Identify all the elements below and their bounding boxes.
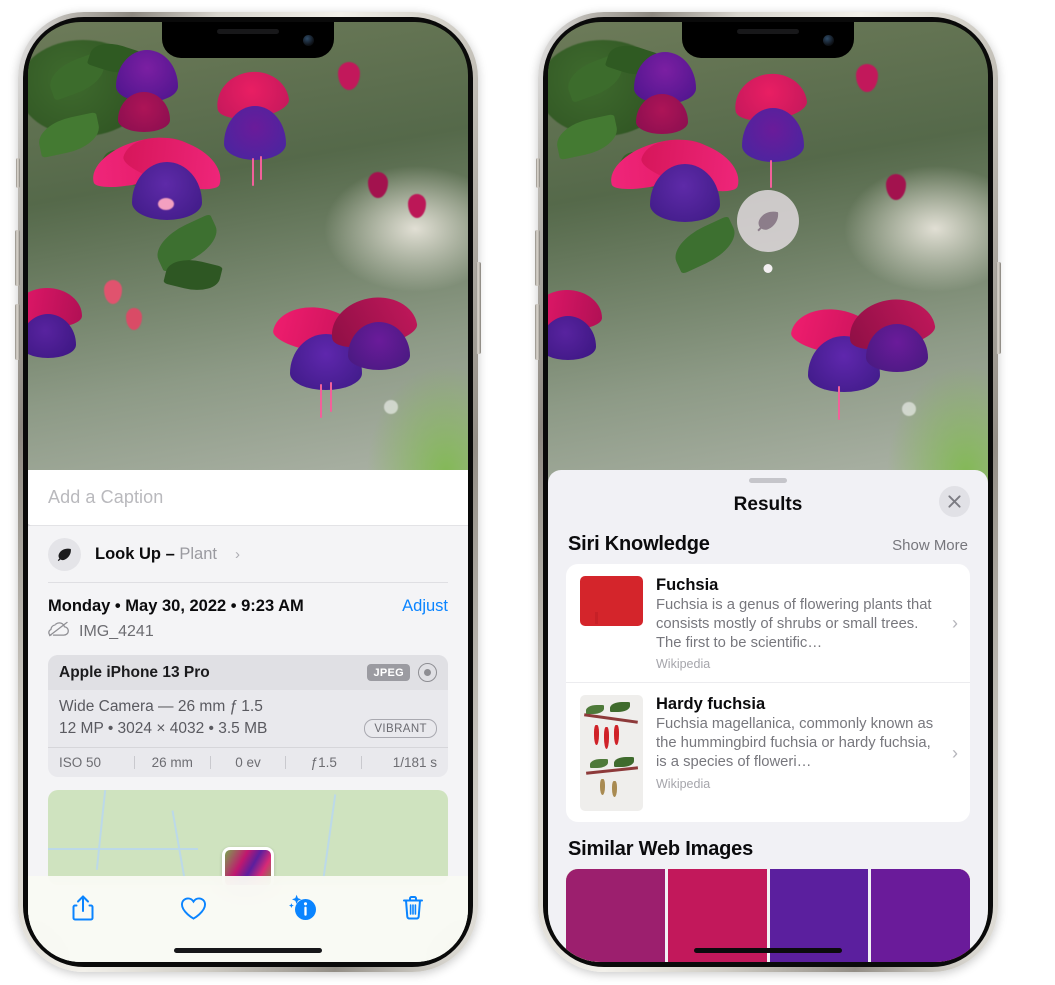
results-header: Results [548,483,988,527]
exif-card: Apple iPhone 13 Pro JPEG Wide Camera — 2… [48,655,448,777]
knowledge-source: Wikipedia [656,657,711,672]
exif-stats: ISO 50 26 mm 0 ev ƒ1.5 1/181 s [48,747,448,777]
adjust-button[interactable]: Adjust [402,597,448,616]
photo-info-sheet: Add a Caption ✧ ✧ Look Up – [28,470,468,962]
lookup-pin-dot [763,264,773,273]
exif-stat-shutter: 1/181 s [392,755,437,770]
resolution-info: 12 MP • 3024 × 4032 • 3.5 MB [59,719,268,737]
volume-down-button[interactable] [535,304,540,360]
web-image-thumbnail[interactable] [871,869,970,962]
device-notch [682,22,854,58]
chevron-right-icon: › [234,545,240,563]
filename-row: IMG_4241 [28,616,468,655]
share-button[interactable] [60,888,106,928]
cloud-slash-icon [48,621,70,642]
earpiece-speaker [217,29,279,34]
knowledge-description: Fuchsia is a genus of flowering plants t… [656,597,932,651]
knowledge-source: Wikipedia [656,776,711,791]
siri-knowledge-header: Siri Knowledge Show More [548,527,988,564]
location-map[interactable] [48,790,448,885]
caption-placeholder: Add a Caption [48,487,164,507]
section-title-siri-knowledge: Siri Knowledge [568,533,710,555]
date-row: Monday • May 30, 2022 • 9:23 AM Adjust [28,583,468,616]
exif-header: Apple iPhone 13 Pro JPEG [48,655,448,690]
screenshot-root: Add a Caption ✧ ✧ Look Up – [0,0,1055,985]
knowledge-title: Fuchsia [656,576,719,594]
look-up-dash: – [165,544,175,563]
knowledge-card[interactable]: Hardy fuchsia Fuchsia magellanica, commo… [566,682,970,822]
results-sheet: Results Siri Knowledge Show More Fuchsia… [548,470,988,962]
right-phone-screen: Results Siri Knowledge Show More Fuchsia… [548,22,988,962]
siri-knowledge-cards: Fuchsia Fuchsia is a genus of flowering … [566,564,970,823]
exif-stat-iso: ISO 50 [59,755,102,770]
earpiece-speaker [737,29,799,34]
info-gray-area: ✧ ✧ Look Up – Plant › [28,519,468,885]
left-phone-screen: Add a Caption ✧ ✧ Look Up – [28,22,468,962]
volume-up-button[interactable] [535,230,540,286]
sparkle-icon: ✧ [28,519,32,535]
photo-date: Monday • May 30, 2022 • 9:23 AM [48,597,304,615]
knowledge-thumbnail [580,576,643,626]
close-icon[interactable] [939,486,970,517]
leaf-icon [737,190,799,252]
section-title-similar-web-images: Similar Web Images [568,838,753,861]
raw-circle-icon[interactable] [418,663,437,682]
caption-field[interactable]: Add a Caption [28,470,468,526]
volume-down-button[interactable] [15,304,20,360]
exif-stat-ev: 0 ev [235,755,261,770]
chevron-right-icon: › [952,613,958,634]
knowledge-card[interactable]: Fuchsia Fuchsia is a genus of flowering … [566,564,970,682]
visual-lookup-badge[interactable] [737,190,799,273]
home-indicator[interactable] [694,948,842,953]
look-up-row[interactable]: ✧ ✧ Look Up – Plant › [28,519,468,582]
lens-info: Wide Camera — 26 mm ƒ 1.5 [59,698,263,715]
info-button[interactable] [280,888,326,928]
power-button[interactable] [996,262,1001,354]
look-up-label: Look Up – Plant [95,545,217,564]
knowledge-thumbnail [580,695,643,812]
look-up-subject: Plant [179,544,217,563]
chevron-right-icon: › [952,742,958,763]
device-notch [162,22,334,58]
similar-web-images-header: Similar Web Images [548,822,988,869]
front-camera [303,35,314,46]
exif-stat-aperture: ƒ1.5 [310,755,337,770]
results-title: Results [733,494,803,515]
left-phone-device: Add a Caption ✧ ✧ Look Up – [15,12,481,972]
exif-stat-focal: 26 mm [151,755,193,770]
style-badge: VIBRANT [364,719,437,738]
volume-up-button[interactable] [15,230,20,286]
camera-model: Apple iPhone 13 Pro [59,663,210,681]
home-indicator[interactable] [174,948,322,953]
web-image-thumbnail[interactable] [566,869,665,962]
front-camera [823,35,834,46]
look-up-title: Look Up [95,544,161,563]
format-badge: JPEG [367,664,410,681]
delete-button[interactable] [390,888,436,928]
knowledge-title: Hardy fuchsia [656,695,766,714]
favorite-button[interactable] [170,888,216,928]
silent-switch[interactable] [16,158,20,188]
leaf-icon [48,537,81,571]
exif-body: Wide Camera — 26 mm ƒ 1.5 12 MP • 3024 ×… [48,690,448,747]
silent-switch[interactable] [536,158,540,188]
power-button[interactable] [476,262,481,354]
knowledge-description: Fuchsia magellanica, commonly known as t… [656,716,934,770]
photo-filename: IMG_4241 [79,622,154,640]
show-more-button[interactable]: Show More [892,537,968,554]
right-phone-device: Results Siri Knowledge Show More Fuchsia… [535,12,1001,972]
